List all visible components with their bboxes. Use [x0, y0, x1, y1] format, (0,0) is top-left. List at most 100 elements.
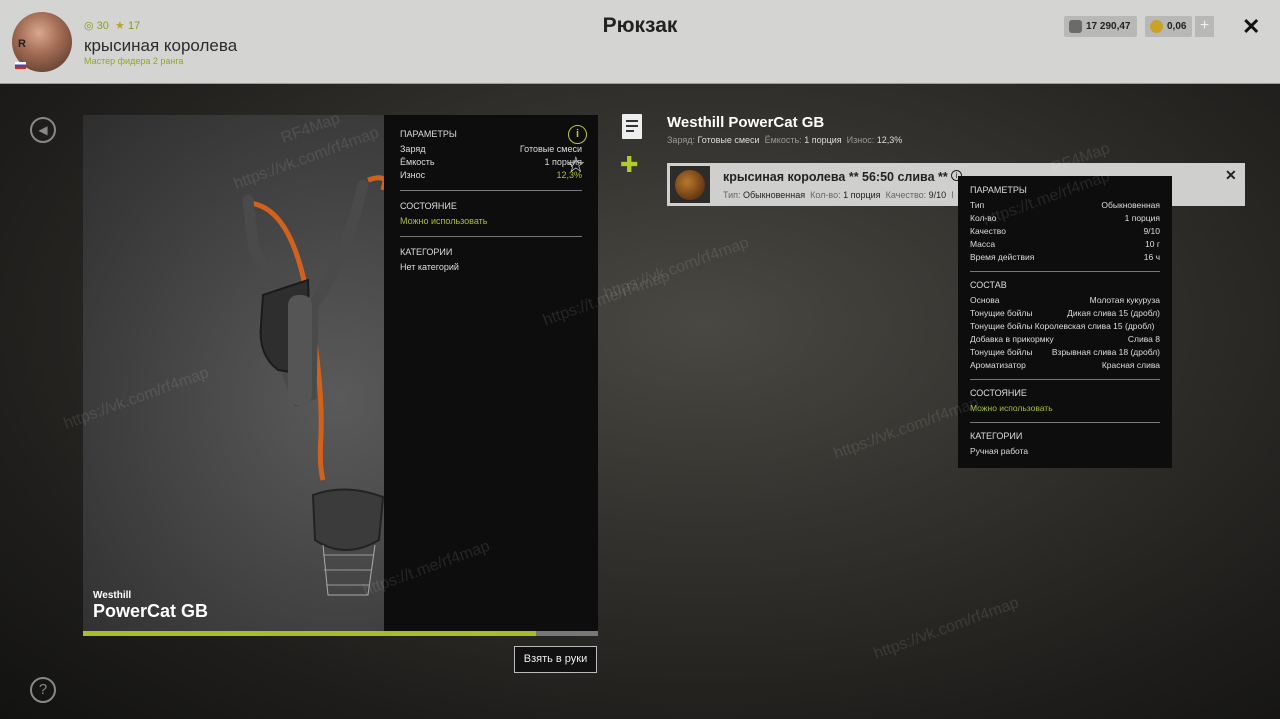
divider	[400, 236, 582, 237]
item-subtitle: Заряд: Готовые смеси Ёмкость: 1 порция И…	[667, 135, 902, 145]
silver-icon	[1069, 20, 1082, 33]
bait-mass-label: Ма	[951, 190, 953, 200]
gold-balance: 0,06	[1145, 16, 1193, 37]
tooltip-categories-value: Ручная работа	[970, 446, 1029, 456]
composition-row: Тонущие бойлы Королевская слива 15 (дроб…	[970, 320, 1160, 333]
param-label: Масса	[970, 239, 996, 249]
gold-amount: 0,06	[1167, 21, 1187, 32]
comp-label: Тонущие бойлы Королевская слива 15 (дроб…	[970, 321, 1155, 331]
wear-label: Износ:	[846, 135, 875, 145]
silver-balance: 17 290,47	[1064, 16, 1137, 37]
bait-meta: Тип: Обыкновенная Кол-во: 1 порция Качес…	[723, 190, 953, 200]
username: крысиная королева	[84, 36, 238, 55]
bait-thumbnail	[670, 166, 710, 203]
remove-bait-icon[interactable]: ✕	[1225, 167, 1237, 184]
param-row: Износ 12,3%	[400, 169, 582, 182]
divider	[970, 271, 1160, 272]
param-label: Время действия	[970, 252, 1035, 262]
top-bar: R ◎ 30 ★ 17 крысиная королева Мастер фид…	[0, 0, 1280, 84]
description-icon[interactable]	[622, 114, 642, 139]
country-flag-icon	[15, 62, 26, 69]
categories-value: Нет категорий	[400, 262, 459, 272]
composition-row: Добавка в прикормку Слива 8	[970, 333, 1160, 346]
user-rank: Мастер фидера 2 ранга	[84, 56, 184, 66]
comp-label: Тонущие бойлы	[970, 308, 1033, 318]
bait-tooltip: ПАРАМЕТРЫ Тип Обыкновенная Кол-во 1 порция…	[958, 176, 1172, 468]
bait-qty-value: 1 порция	[843, 190, 881, 200]
comp-value: Молотая кукуруза	[1089, 295, 1160, 305]
bait-name: крысиная королева ** 56:50 слива **	[723, 170, 948, 184]
tooltip-param-row: Время действия 16 ч	[970, 251, 1160, 264]
item-info-panel: ПАРАМЕТРЫ Заряд Готовые смеси Ёмкость 1 …	[384, 115, 598, 631]
avatar-badge: R	[18, 38, 26, 50]
charge-value: Готовые смеси	[697, 135, 760, 145]
categories-title: КАТЕГОРИИ	[400, 247, 453, 257]
charge-label: Заряд:	[667, 135, 695, 145]
param-label: Износ	[400, 170, 426, 180]
watermark: https://vk.com/rf4map	[601, 234, 752, 303]
capacity-value: 1 порция	[804, 135, 842, 145]
tooltip-state-value: Можно использовать	[970, 403, 1053, 413]
comp-label: Ароматизатор	[970, 360, 1026, 370]
comp-label: Основа	[970, 295, 1000, 305]
param-label: Ёмкость	[400, 157, 435, 167]
comp-value: Дикая слива 15 (дробл)	[1067, 308, 1160, 318]
take-in-hands-button[interactable]: Взять в руки	[514, 646, 597, 673]
info-icon[interactable]: i	[568, 125, 587, 144]
params-title: ПАРАМЕТРЫ	[400, 129, 457, 139]
divider	[400, 190, 582, 191]
favorite-star-icon[interactable]: ☆	[566, 152, 586, 178]
param-row: Ёмкость 1 порция	[400, 156, 582, 169]
composition-row: Тонущие бойлы Взрывная слива 18 (дробл)	[970, 346, 1160, 359]
capacity-label: Ёмкость:	[764, 135, 802, 145]
wear-progress-fill	[83, 631, 537, 636]
param-value: Обыкновенная	[1101, 200, 1160, 210]
tooltip-param-row: Качество 9/10	[970, 225, 1160, 238]
divider	[970, 379, 1160, 380]
comp-label: Добавка в прикормку	[970, 334, 1054, 344]
param-label: Тип	[970, 200, 985, 210]
divider	[970, 422, 1160, 423]
comp-label: Тонущие бойлы	[970, 347, 1033, 357]
comp-value: Взрывная слива 18 (дробл)	[1051, 347, 1160, 357]
tooltip-params-title: ПАРАМЕТРЫ	[970, 185, 1027, 195]
bait-quality-label: Качество:	[885, 190, 927, 200]
item-title: Westhill PowerCat GB	[667, 114, 825, 131]
wear-value: 12,3%	[876, 135, 903, 145]
puzzle-icon[interactable]: ✚	[620, 152, 644, 177]
composition-row: Основа Молотая кукуруза	[970, 294, 1160, 307]
item-model: PowerCat GB	[93, 601, 209, 621]
tooltip-param-row: Масса 10 г	[970, 238, 1160, 251]
item-brand: Westhill	[93, 590, 132, 601]
add-gold-button[interactable]: +	[1195, 16, 1214, 37]
tooltip-state-title: СОСТОЯНИЕ	[970, 388, 1027, 398]
composition-title: СОСТАВ	[970, 280, 1007, 290]
comp-value: Слива 8	[1127, 334, 1160, 344]
silver-amount: 17 290,47	[1086, 21, 1131, 32]
gold-coin-icon	[1150, 20, 1163, 33]
composition-row: Ароматизатор Красная слива	[970, 359, 1160, 372]
close-button[interactable]: ✕	[1242, 14, 1260, 40]
bait-qty-label: Кол-во:	[810, 190, 841, 200]
tooltip-param-row: Тип Обыкновенная	[970, 199, 1160, 212]
param-value: 16 ч	[1143, 252, 1160, 262]
comp-value: Красная слива	[1101, 360, 1160, 370]
state-title: СОСТОЯНИЕ	[400, 201, 457, 211]
back-icon[interactable]: ◀	[30, 117, 56, 143]
help-icon[interactable]: ?	[30, 677, 56, 703]
param-row: Заряд Готовые смеси	[400, 143, 582, 156]
param-label: Качество	[970, 226, 1006, 236]
param-value: 9/10	[1143, 226, 1160, 236]
tooltip-param-row: Кол-во 1 порция	[970, 212, 1160, 225]
composition-row: Тонущие бойлы Дикая слива 15 (дробл)	[970, 307, 1160, 320]
bait-type-label: Тип:	[723, 190, 741, 200]
watermark: https://vk.com/rf4map	[871, 594, 1022, 663]
bait-quality-value: 9/10	[928, 190, 947, 200]
item-preview: Westhill PowerCat GB ПАРАМЕТРЫ Заряд Гот…	[83, 115, 598, 631]
bait-type-value: Обыкновенная	[743, 190, 806, 200]
param-label: Заряд	[400, 144, 426, 154]
state-value: Можно использовать	[400, 216, 488, 226]
wear-progress-bar	[83, 631, 598, 636]
tooltip-categories-title: КАТЕГОРИИ	[970, 431, 1023, 441]
param-value: 1 порция	[1124, 213, 1160, 223]
